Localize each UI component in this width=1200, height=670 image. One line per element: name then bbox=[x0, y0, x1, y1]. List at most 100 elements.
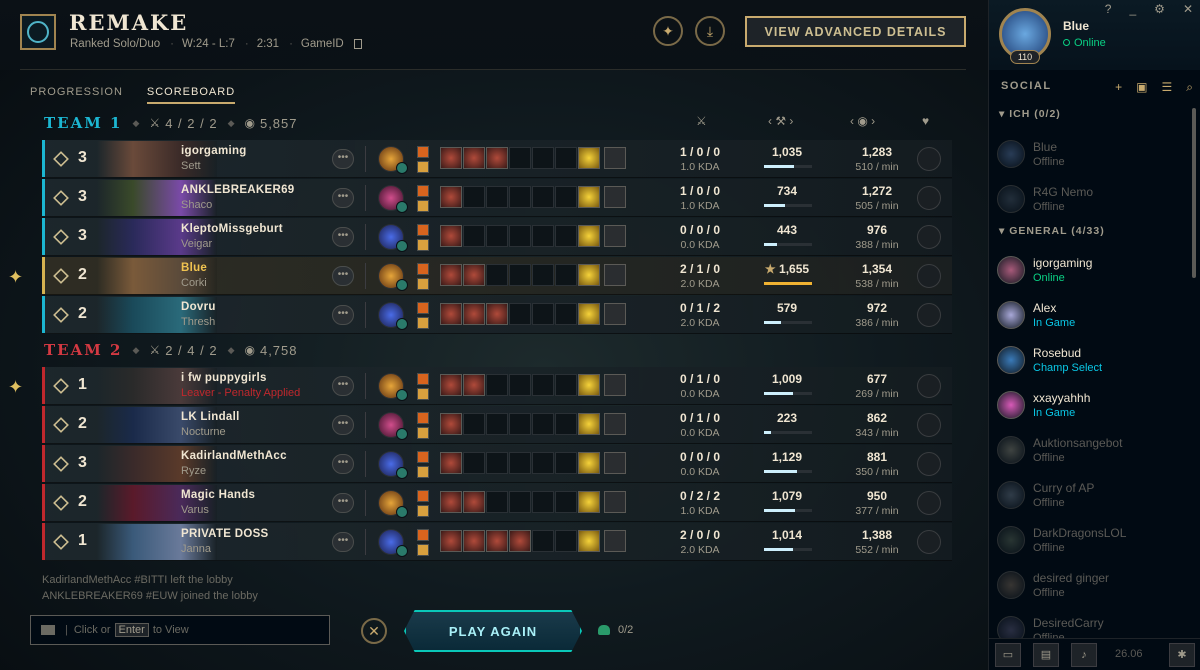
item-slot[interactable] bbox=[555, 530, 577, 552]
trinket-icon[interactable] bbox=[578, 374, 600, 396]
friends-scrollbar[interactable] bbox=[1192, 108, 1196, 278]
friend-item[interactable]: Curry of AP Offline bbox=[997, 479, 1187, 519]
item-slot[interactable] bbox=[463, 225, 485, 247]
player-row[interactable]: 2 Dovru Thresh ••• 0 / 1 / 2 2.0 KDA 579 972 386… bbox=[42, 296, 952, 334]
summoner-spell-icon[interactable] bbox=[417, 427, 429, 439]
summoner-spell-icon[interactable] bbox=[417, 505, 429, 517]
friend-item[interactable]: Alex In Game bbox=[997, 299, 1187, 339]
item-slot[interactable] bbox=[532, 225, 554, 247]
item-slot[interactable] bbox=[463, 374, 485, 396]
summoner-spell-icon[interactable] bbox=[417, 224, 429, 236]
honor-button[interactable] bbox=[917, 264, 941, 288]
item-slot[interactable] bbox=[440, 413, 462, 435]
summoner-spell-icon[interactable] bbox=[417, 185, 429, 197]
secondary-rune-icon[interactable] bbox=[396, 506, 408, 518]
item-slot[interactable] bbox=[555, 147, 577, 169]
item-slot[interactable] bbox=[532, 186, 554, 208]
bug-report-icon[interactable]: ✱ bbox=[1169, 643, 1195, 667]
secondary-rune-icon[interactable] bbox=[396, 545, 408, 557]
item-slot[interactable] bbox=[463, 530, 485, 552]
summoner-name[interactable]: Blue bbox=[181, 262, 207, 274]
item-slot[interactable] bbox=[532, 413, 554, 435]
more-options-button[interactable]: ••• bbox=[332, 188, 354, 208]
friend-item[interactable]: R4G Nemo Offline bbox=[997, 183, 1187, 223]
trinket-icon[interactable] bbox=[578, 413, 600, 435]
summoner-name[interactable]: igorgaming bbox=[181, 145, 247, 157]
summoner-name[interactable]: ANKLEBREAKER69 bbox=[181, 184, 294, 196]
secondary-rune-icon[interactable] bbox=[396, 318, 408, 330]
summoner-spell-icon[interactable] bbox=[417, 302, 429, 314]
ward-icon[interactable] bbox=[604, 530, 626, 552]
item-slot[interactable] bbox=[555, 225, 577, 247]
trinket-icon[interactable] bbox=[578, 225, 600, 247]
ward-icon[interactable] bbox=[604, 147, 626, 169]
item-slot[interactable] bbox=[463, 147, 485, 169]
item-slot[interactable] bbox=[532, 452, 554, 474]
friend-item[interactable]: desired ginger Offline bbox=[997, 569, 1187, 609]
item-slot[interactable] bbox=[555, 452, 577, 474]
item-slot[interactable] bbox=[532, 530, 554, 552]
profile-status[interactable]: Online bbox=[1063, 37, 1106, 49]
item-slot[interactable] bbox=[532, 491, 554, 513]
help-icon[interactable]: ? bbox=[1105, 2, 1112, 16]
item-slot[interactable] bbox=[532, 374, 554, 396]
friend-item[interactable]: Rosebud Champ Select bbox=[997, 344, 1187, 384]
ward-icon[interactable] bbox=[604, 413, 626, 435]
trinket-icon[interactable] bbox=[578, 303, 600, 325]
item-slot[interactable] bbox=[509, 374, 531, 396]
item-slot[interactable] bbox=[555, 303, 577, 325]
player-row[interactable]: 3 igorgaming Sett ••• 1 / 0 / 0 1.0 KDA 1,035 1… bbox=[42, 140, 952, 178]
item-slot[interactable] bbox=[440, 264, 462, 286]
secondary-rune-icon[interactable] bbox=[396, 201, 408, 213]
play-again-button[interactable]: PLAY AGAIN bbox=[404, 610, 582, 652]
item-slot[interactable] bbox=[463, 491, 485, 513]
item-slot[interactable] bbox=[555, 413, 577, 435]
summoner-spell-icon[interactable] bbox=[417, 544, 429, 556]
summoner-name[interactable]: i fw puppygirls bbox=[181, 372, 267, 384]
item-slot[interactable] bbox=[440, 374, 462, 396]
item-slot[interactable] bbox=[509, 264, 531, 286]
item-slot[interactable] bbox=[486, 225, 508, 247]
friend-item[interactable]: xxayyahhh In Game bbox=[997, 389, 1187, 429]
honor-button[interactable] bbox=[917, 530, 941, 554]
summoner-name[interactable]: KadirlandMethAcc bbox=[181, 450, 287, 462]
gold-column-icon[interactable]: ‹ ◉ › bbox=[850, 114, 875, 128]
friend-item[interactable]: igorgaming Online bbox=[997, 254, 1187, 294]
item-slot[interactable] bbox=[463, 264, 485, 286]
ward-icon[interactable] bbox=[604, 186, 626, 208]
missions-icon[interactable]: ▤ bbox=[1033, 643, 1059, 667]
more-options-button[interactable]: ••• bbox=[332, 493, 354, 513]
friend-item[interactable]: Auktionsangebot Offline bbox=[997, 434, 1187, 474]
summoner-spell-icon[interactable] bbox=[417, 466, 429, 478]
item-slot[interactable] bbox=[463, 413, 485, 435]
trinket-icon[interactable] bbox=[578, 530, 600, 552]
player-row[interactable]: 2 Magic Hands Varus ••• 0 / 2 / 2 1.0 KDA 1,07… bbox=[42, 484, 952, 522]
summoner-spell-icon[interactable] bbox=[417, 412, 429, 424]
voice-icon[interactable]: ♪ bbox=[1071, 643, 1097, 667]
summoner-name[interactable]: Magic Hands bbox=[181, 489, 255, 501]
item-slot[interactable] bbox=[486, 491, 508, 513]
add-report-icon[interactable]: ✦ bbox=[653, 16, 683, 46]
item-slot[interactable] bbox=[509, 303, 531, 325]
summoner-name[interactable]: PRIVATE DOSS bbox=[181, 528, 269, 540]
honor-button[interactable] bbox=[917, 303, 941, 327]
item-slot[interactable] bbox=[440, 491, 462, 513]
view-advanced-details-button[interactable]: VIEW ADVANCED DETAILS bbox=[745, 16, 966, 47]
ward-icon[interactable] bbox=[604, 303, 626, 325]
more-options-button[interactable]: ••• bbox=[332, 376, 354, 396]
summoner-spell-icon[interactable] bbox=[417, 373, 429, 385]
item-slot[interactable] bbox=[486, 264, 508, 286]
ward-icon[interactable] bbox=[604, 491, 626, 513]
copy-icon[interactable] bbox=[353, 39, 362, 49]
item-slot[interactable] bbox=[509, 186, 531, 208]
player-row[interactable]: 3 ANKLEBREAKER69 Shaco ••• 1 / 0 / 0 1.0 KDA 7… bbox=[42, 179, 952, 217]
item-slot[interactable] bbox=[486, 303, 508, 325]
close-button[interactable]: ✕ bbox=[361, 618, 387, 644]
secondary-rune-icon[interactable] bbox=[396, 240, 408, 252]
honor-button[interactable] bbox=[917, 374, 941, 398]
friend-item[interactable]: Blue Offline bbox=[997, 138, 1187, 178]
more-options-button[interactable]: ••• bbox=[332, 305, 354, 325]
item-slot[interactable] bbox=[486, 147, 508, 169]
more-options-button[interactable]: ••• bbox=[332, 227, 354, 247]
summoner-spell-icon[interactable] bbox=[417, 388, 429, 400]
